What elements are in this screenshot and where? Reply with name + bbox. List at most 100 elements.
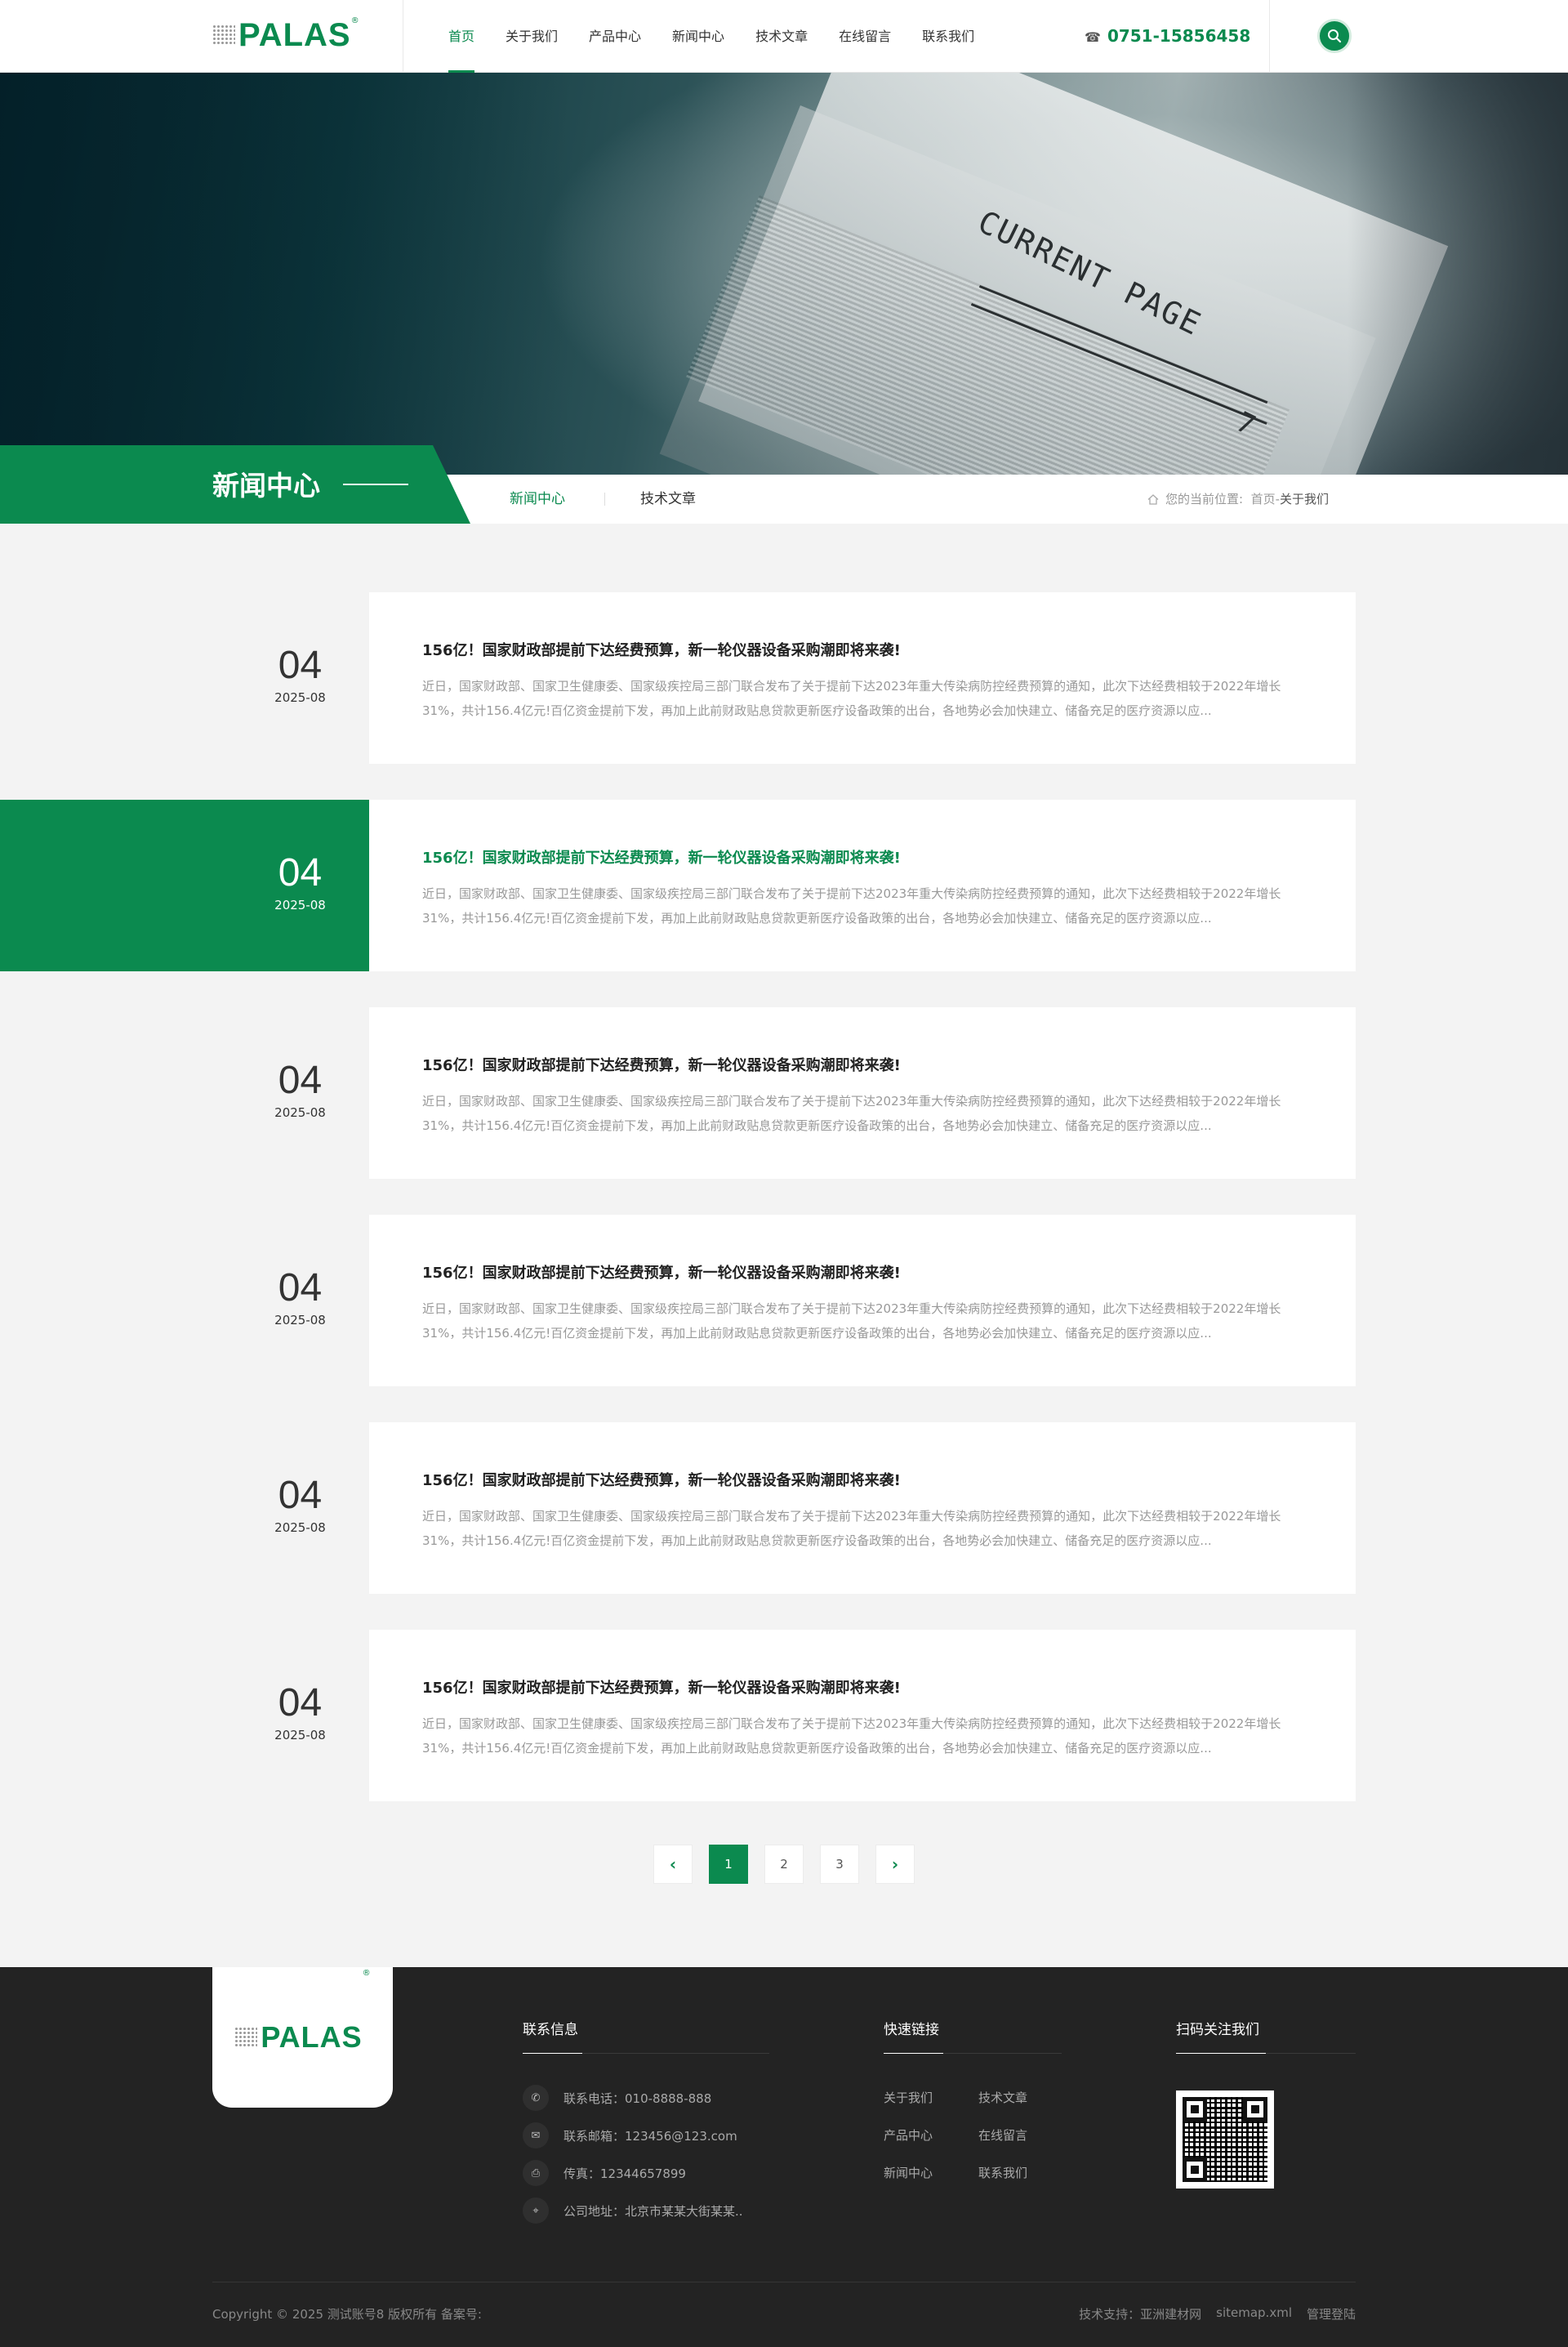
pagination-prev-button[interactable]: ‹: [653, 1845, 693, 1884]
news-list-item: 04 2025-08 156亿！国家财政部提前下达经费预算，新一轮仪器设备采购潮…: [0, 1215, 1568, 1386]
news-card[interactable]: 156亿！国家财政部提前下达经费预算，新一轮仪器设备采购潮即将来袭! 近日，国家…: [369, 1630, 1356, 1801]
news-date-year-month: 2025-08: [274, 1728, 326, 1742]
fax-icon: ⎙: [523, 2160, 549, 2186]
footer-links-title: 快速链接: [884, 2022, 939, 2038]
news-title[interactable]: 156亿！国家财政部提前下达经费预算，新一轮仪器设备采购潮即将来袭!: [422, 846, 901, 868]
qr-code-pattern: [1183, 2097, 1267, 2182]
sub-tab-news[interactable]: 新闻中心: [510, 475, 565, 524]
qr-code: [1176, 2090, 1274, 2189]
section-title-line: [343, 484, 408, 485]
footer-link-products[interactable]: 产品中心: [884, 2126, 933, 2144]
sub-tab-articles[interactable]: 技术文章: [640, 475, 696, 524]
nav-item-message[interactable]: 在线留言: [823, 0, 906, 73]
footer-admin-login-link[interactable]: 管理登陆: [1307, 2305, 1356, 2322]
nav-item-contact[interactable]: 联系我们: [906, 0, 990, 73]
news-date: 04 2025-08: [0, 592, 369, 764]
banner-shade: [1348, 73, 1568, 475]
news-date-year-month: 2025-08: [274, 898, 326, 912]
news-list-item: 04 2025-08 156亿！国家财政部提前下达经费预算，新一轮仪器设备采购潮…: [0, 592, 1568, 764]
sub-tab-separator: [604, 493, 605, 506]
footer-contact-fax: ⎙ 传真：12344657899: [523, 2160, 686, 2186]
footer-link-contact[interactable]: 联系我们: [978, 2164, 1027, 2181]
nav-item-products[interactable]: 产品中心: [573, 0, 657, 73]
qr-finder-mark: [1243, 2097, 1267, 2122]
breadcrumb-home-link[interactable]: 首页: [1251, 475, 1276, 524]
pagination-next-button[interactable]: ›: [875, 1845, 915, 1884]
nav-item-about[interactable]: 关于我们: [490, 0, 573, 73]
news-summary: 近日，国家财政部、国家卫生健康委、国家级疾控局三部门联合发布了关于提前下达202…: [422, 1509, 1281, 1548]
logo-registered-mark: ®: [362, 1969, 371, 1978]
news-card[interactable]: 156亿！国家财政部提前下达经费预算，新一轮仪器设备采购潮即将来袭! 近日，国家…: [369, 800, 1356, 971]
breadcrumb: 您的当前位置: 首页 - 关于我们: [1147, 475, 1329, 524]
footer-contact-title: 联系信息: [523, 2022, 578, 2038]
footer-contact-text: 联系邮箱：123456@123.com: [564, 2128, 737, 2144]
news-date: 04 2025-08: [0, 1007, 369, 1179]
news-card[interactable]: 156亿！国家财政部提前下达经费预算，新一轮仪器设备采购潮即将来袭! 近日，国家…: [369, 1007, 1356, 1179]
news-date: 04 2025-08: [0, 1215, 369, 1386]
footer-bottom-links: 技术支持：亚洲建材网 sitemap.xml 管理登陆: [1079, 2305, 1356, 2322]
footer-copyright: Copyright © 2025 测试账号8 版权所有 备案号:: [212, 2307, 482, 2322]
news-date-day: 04: [278, 851, 323, 895]
header-phone-number: 0751-15856458: [1107, 26, 1251, 46]
qr-finder-mark: [1183, 2097, 1207, 2122]
footer-contact-text: 公司地址：北京市某某大街某某..: [564, 2203, 743, 2219]
nav-item-articles[interactable]: 技术文章: [740, 0, 823, 73]
footer-contact-address: ⌖ 公司地址：北京市某某大街某某..: [523, 2198, 743, 2224]
breadcrumb-current: 关于我们: [1280, 492, 1330, 506]
page-banner: CURRENT PAGE 7: [0, 73, 1568, 475]
main-nav: 首页 关于我们 产品中心 新闻中心 技术文章 在线留言 联系我们: [434, 0, 990, 73]
home-icon: [1147, 493, 1159, 505]
pagination-page-3[interactable]: 3: [820, 1845, 859, 1884]
news-date-day: 04: [278, 1059, 323, 1102]
footer-title-underline: [523, 2053, 769, 2054]
logo-dots-icon: [234, 2027, 258, 2048]
news-list-item: 04 2025-08 156亿！国家财政部提前下达经费预算，新一轮仪器设备采购潮…: [0, 1422, 1568, 1594]
news-date-day: 04: [278, 1474, 323, 1517]
news-title[interactable]: 156亿！国家财政部提前下达经费预算，新一轮仪器设备采购潮即将来袭!: [422, 639, 901, 660]
news-date-year-month: 2025-08: [274, 690, 326, 705]
news-summary: 近日，国家财政部、国家卫生健康委、国家级疾控局三部门联合发布了关于提前下达202…: [422, 1301, 1281, 1341]
search-button[interactable]: [1317, 19, 1352, 53]
news-summary: 近日，国家财政部、国家卫生健康委、国家级疾控局三部门联合发布了关于提前下达202…: [422, 679, 1281, 718]
news-title[interactable]: 156亿！国家财政部提前下达经费预算，新一轮仪器设备采购潮即将来袭!: [422, 1054, 901, 1075]
location-icon: ⌖: [523, 2198, 549, 2224]
banner-shade: [0, 73, 572, 475]
footer-tech-support-link[interactable]: 技术支持：亚洲建材网: [1079, 2305, 1201, 2322]
news-summary: 近日，国家财政部、国家卫生健康委、国家级疾控局三部门联合发布了关于提前下达202…: [422, 886, 1281, 926]
news-title[interactable]: 156亿！国家财政部提前下达经费预算，新一轮仪器设备采购潮即将来袭!: [422, 1469, 901, 1490]
footer-title-underline: [1176, 2053, 1356, 2054]
news-card[interactable]: 156亿！国家财政部提前下达经费预算，新一轮仪器设备采购潮即将来袭! 近日，国家…: [369, 1215, 1356, 1386]
news-title[interactable]: 156亿！国家财政部提前下达经费预算，新一轮仪器设备采购潮即将来袭!: [422, 1676, 901, 1698]
news-date-day: 04: [278, 1266, 323, 1310]
pagination-page-2[interactable]: 2: [764, 1845, 804, 1884]
footer-link-articles[interactable]: 技术文章: [978, 2089, 1027, 2106]
logo-registered-mark: ®: [350, 16, 359, 25]
footer-sitemap-link[interactable]: sitemap.xml: [1216, 2305, 1292, 2322]
site-logo[interactable]: PALAS ®: [212, 15, 359, 56]
section-title: 新闻中心: [212, 470, 320, 502]
logo-dots-icon: [212, 25, 235, 46]
footer-link-news[interactable]: 新闻中心: [884, 2164, 933, 2181]
news-title[interactable]: 156亿！国家财政部提前下达经费预算，新一轮仪器设备采购潮即将来袭!: [422, 1261, 901, 1283]
pagination-page-1[interactable]: 1: [709, 1845, 748, 1884]
footer-qr-title: 扫码关注我们: [1176, 2022, 1259, 2038]
footer-logo[interactable]: PALAS ®: [212, 1967, 393, 2108]
news-date-year-month: 2025-08: [274, 1520, 326, 1535]
news-card[interactable]: 156亿！国家财政部提前下达经费预算，新一轮仪器设备采购潮即将来袭! 近日，国家…: [369, 1422, 1356, 1594]
news-list-item: 04 2025-08 156亿！国家财政部提前下达经费预算，新一轮仪器设备采购潮…: [0, 800, 1568, 971]
footer-contact-text: 联系电话：010-8888-888: [564, 2090, 712, 2106]
news-card[interactable]: 156亿！国家财政部提前下达经费预算，新一轮仪器设备采购潮即将来袭! 近日，国家…: [369, 592, 1356, 764]
footer-link-about[interactable]: 关于我们: [884, 2089, 933, 2106]
news-date-year-month: 2025-08: [274, 1105, 326, 1120]
footer-contact-email: ✉ 联系邮箱：123456@123.com: [523, 2122, 737, 2148]
header-divider: [1269, 0, 1270, 73]
breadcrumb-label: 您的当前位置:: [1165, 492, 1244, 506]
nav-item-home[interactable]: 首页: [434, 0, 490, 73]
footer-contact-text: 传真：12344657899: [564, 2166, 686, 2181]
phone-icon: ✆: [523, 2085, 549, 2111]
news-date: 04 2025-08: [0, 1630, 369, 1801]
nav-item-news[interactable]: 新闻中心: [657, 0, 740, 73]
footer-link-message[interactable]: 在线留言: [978, 2126, 1027, 2144]
news-list-item: 04 2025-08 156亿！国家财政部提前下达经费预算，新一轮仪器设备采购潮…: [0, 1007, 1568, 1179]
news-date-year-month: 2025-08: [274, 1313, 326, 1327]
